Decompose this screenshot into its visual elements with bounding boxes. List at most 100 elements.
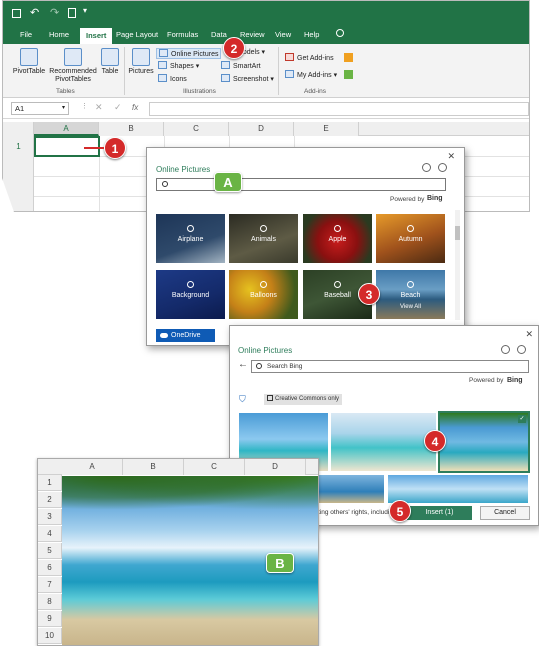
tab-page-layout[interactable]: Page Layout xyxy=(116,30,158,39)
search-icon xyxy=(256,363,262,369)
row-header-5[interactable]: 5 xyxy=(38,543,62,559)
column-header-d[interactable]: D xyxy=(229,122,294,136)
filter-icon[interactable]: ⛉ xyxy=(239,394,246,405)
column-header-c[interactable]: C xyxy=(184,459,245,475)
screenshot-button[interactable]: Screenshot ▾ xyxy=(221,74,274,83)
creative-commons-toggle[interactable]: Creative Commons only xyxy=(264,394,343,405)
view-all-link[interactable]: View All xyxy=(400,304,421,310)
redo-icon[interactable]: ↷ xyxy=(50,6,59,19)
pictures-button[interactable]: Pictures xyxy=(127,48,155,76)
search-input[interactable] xyxy=(156,178,446,191)
tile-apple[interactable]: Apple xyxy=(303,214,372,263)
back-arrow-icon[interactable]: ← xyxy=(238,359,248,370)
online-pictures-dialog: ✕ Online Pictures Powered by Bing Airpla… xyxy=(146,147,465,346)
online-pictures-button[interactable]: Online Pictures xyxy=(156,48,222,59)
formula-input[interactable] xyxy=(149,102,529,116)
table-button[interactable]: Table xyxy=(98,48,122,76)
bing-maps-icon[interactable] xyxy=(344,53,353,62)
row-header-4[interactable]: 4 xyxy=(38,526,62,542)
shapes-label: Shapes xyxy=(170,63,194,70)
row-header-10[interactable]: 10 xyxy=(38,628,62,644)
tile-autumn[interactable]: Autumn xyxy=(376,214,445,263)
my-addins-button[interactable]: My Add-ins ▾ xyxy=(285,70,337,79)
new-file-icon[interactable] xyxy=(68,8,76,18)
onedrive-button[interactable]: OneDrive xyxy=(156,329,215,342)
row-header-1[interactable]: 1 xyxy=(38,475,62,491)
people-graph-icon[interactable] xyxy=(344,70,353,79)
frown-icon[interactable] xyxy=(438,163,447,172)
enter-icon[interactable]: ✓ xyxy=(114,102,122,113)
result-image-2[interactable] xyxy=(331,413,436,471)
tile-background[interactable]: Background xyxy=(156,270,225,319)
recommended-pivottables-icon xyxy=(64,48,82,66)
row-header-6[interactable]: 6 xyxy=(38,560,62,576)
column-header-a[interactable]: A xyxy=(62,459,123,475)
tab-insert[interactable]: Insert xyxy=(80,28,113,44)
get-addins-button[interactable]: Get Add-ins xyxy=(285,53,334,62)
tile-label: Background xyxy=(171,292,210,299)
tab-data[interactable]: Data xyxy=(211,30,227,39)
cancel-icon[interactable]: ✕ xyxy=(95,102,103,113)
close-icon[interactable]: ✕ xyxy=(525,329,533,340)
search-input[interactable]: Search Bing xyxy=(251,360,529,373)
tab-review[interactable]: Review xyxy=(240,30,265,39)
screenshot-icon xyxy=(221,74,230,82)
callout-3: 3 xyxy=(358,283,380,305)
frown-icon[interactable] xyxy=(517,345,526,354)
cloud-icon xyxy=(160,333,168,338)
title-bar: ↶ ↷ ▾ xyxy=(3,1,529,27)
icons-button[interactable]: Icons xyxy=(158,74,187,83)
column-header-e[interactable]: E xyxy=(294,122,359,136)
name-box[interactable]: A1 ▾ xyxy=(11,102,69,115)
save-icon[interactable] xyxy=(12,9,21,18)
tab-home[interactable]: Home xyxy=(49,30,69,39)
tab-file[interactable]: File xyxy=(20,30,32,39)
tile-airplane[interactable]: Airplane xyxy=(156,214,225,263)
icons-label: Icons xyxy=(170,76,187,83)
tab-view[interactable]: View xyxy=(275,30,291,39)
lightbulb-icon[interactable] xyxy=(336,29,344,37)
result-image-6[interactable] xyxy=(388,475,528,503)
tile-balloons[interactable]: Balloons xyxy=(229,270,298,319)
result-image-4-selected[interactable]: ✓ xyxy=(438,411,530,473)
row-header-7[interactable]: 7 xyxy=(38,577,62,593)
close-icon[interactable]: ✕ xyxy=(447,151,455,162)
scrollbar[interactable] xyxy=(455,210,460,320)
column-header-b[interactable]: B xyxy=(123,459,184,475)
tile-animals[interactable]: Animals xyxy=(229,214,298,263)
result-image-5[interactable] xyxy=(318,475,384,503)
shapes-icon xyxy=(158,61,167,69)
insert-button[interactable]: Insert (1) xyxy=(407,506,472,520)
worksheet-with-image: A B C D 1 2 3 4 5 6 7 8 9 10 xyxy=(37,458,319,646)
row-header-3[interactable]: 3 xyxy=(38,509,62,525)
function-icon[interactable]: fx xyxy=(132,103,138,112)
tile-beach[interactable]: Beach View All xyxy=(376,270,445,319)
customize-icon[interactable]: ▾ xyxy=(83,6,87,15)
search-icon xyxy=(260,281,267,288)
pictures-label: Pictures xyxy=(128,68,154,75)
recommended-pivottables-button[interactable]: Recommended PivotTables xyxy=(47,48,99,83)
pivottable-button[interactable]: PivotTable xyxy=(11,48,47,76)
cancel-button[interactable]: Cancel xyxy=(480,506,530,520)
column-header-b[interactable]: B xyxy=(99,122,164,136)
row-header-9[interactable]: 9 xyxy=(38,611,62,627)
column-header-c[interactable]: C xyxy=(164,122,229,136)
row-header-8[interactable]: 8 xyxy=(38,594,62,610)
row-header-1[interactable]: 1 xyxy=(3,142,34,151)
get-addins-label: Get Add-ins xyxy=(297,55,334,62)
row-header-2[interactable]: 2 xyxy=(38,492,62,508)
shapes-button[interactable]: Shapes ▾ xyxy=(158,61,199,70)
select-all-corner[interactable] xyxy=(3,122,34,136)
tab-help[interactable]: Help xyxy=(304,30,319,39)
smartart-button[interactable]: SmartArt xyxy=(221,61,261,70)
search-query: Search Bing xyxy=(267,363,303,370)
tab-formulas[interactable]: Formulas xyxy=(167,30,198,39)
store-icon xyxy=(285,53,294,61)
undo-icon[interactable]: ↶ xyxy=(30,6,39,19)
column-header-d[interactable]: D xyxy=(245,459,306,475)
creative-commons-label: Creative Commons only xyxy=(275,396,340,402)
smiley-icon[interactable] xyxy=(501,345,510,354)
smiley-icon[interactable] xyxy=(422,163,431,172)
column-header-a[interactable]: A xyxy=(34,122,99,136)
more-icon: ⋮ xyxy=(81,103,88,110)
